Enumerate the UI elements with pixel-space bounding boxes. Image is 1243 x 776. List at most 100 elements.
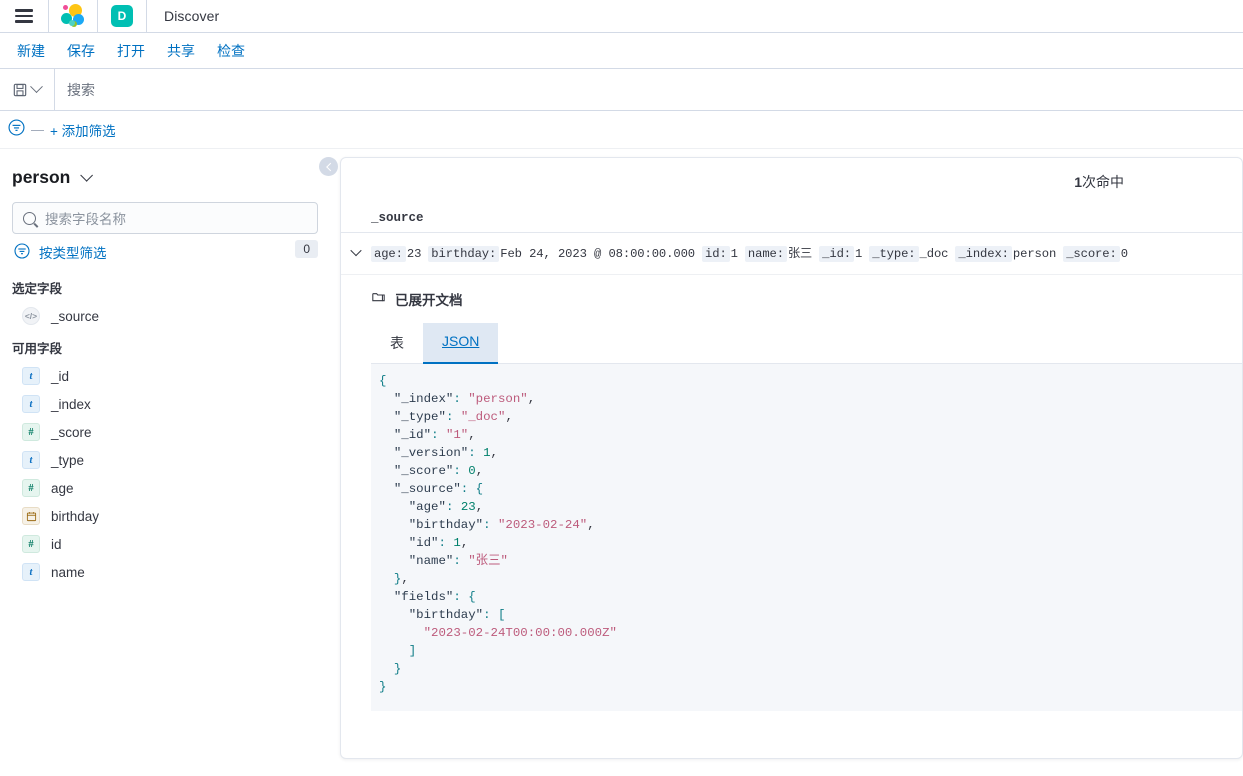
hits-count-label: 1次命中 [341, 158, 1242, 192]
source-field-icon: </> [22, 307, 40, 325]
number-type-icon: # [22, 535, 40, 553]
field-label: age [51, 480, 74, 496]
calendar-date-type-icon [22, 507, 40, 525]
top-chrome-bar: D Discover [0, 0, 1243, 33]
doc-field-key: name: [744, 246, 787, 262]
menu-item-open[interactable]: 打开 [106, 37, 156, 65]
doc-field-value: 1 [730, 247, 738, 261]
menu-item-new[interactable]: 新建 [6, 37, 56, 65]
json-document-viewer: { "_index": "person", "_type": "_doc", "… [371, 363, 1242, 711]
top-menu-bar: 新建 保存 打开 共享 检查 [0, 33, 1243, 69]
app-badge-letter: D [111, 5, 133, 27]
doc-table-header: _source [341, 192, 1242, 233]
collapse-sidebar-button[interactable] [319, 157, 338, 176]
available-fields-heading: 可用字段 [12, 342, 63, 356]
document-view-tabs: 表 JSON [371, 322, 1242, 364]
query-bar: 搜索 [0, 69, 1243, 111]
doc-field-key: birthday: [428, 246, 500, 262]
doc-field-key: age: [371, 246, 406, 262]
field-label: birthday [51, 508, 100, 524]
elastic-home-link[interactable] [49, 0, 98, 32]
chevron-down-icon [30, 80, 43, 94]
saved-query-menu-button[interactable] [0, 69, 55, 110]
filter-by-type-count: 0 [295, 240, 318, 258]
index-pattern-selector[interactable]: person [12, 167, 318, 188]
field-item-birthday[interactable]: birthday [12, 502, 318, 530]
field-item-_score[interactable]: # _score [12, 418, 318, 446]
field-item-_id[interactable]: t _id [12, 362, 318, 390]
column-header-source: _source [371, 211, 424, 225]
string-type-icon: t [22, 563, 40, 581]
filter-bar: — + 添加筛选 [0, 111, 1243, 149]
field-label: _score [51, 424, 92, 440]
hits-count-text: 次命中 [1082, 174, 1124, 190]
field-sidebar: person 搜索字段名称 按类型筛选 0 选定字段 </> _source 可… [0, 149, 338, 771]
hamburger-menu-icon [15, 9, 33, 23]
filter-by-type-label: 按类型筛选 [39, 246, 107, 261]
chevron-down-icon [350, 244, 362, 257]
elastic-logo-icon [61, 4, 85, 28]
menu-item-save[interactable]: 保存 [56, 37, 106, 65]
doc-field-key: id: [702, 246, 730, 262]
doc-field-key: _id: [819, 246, 855, 262]
hamburger-menu-button[interactable] [0, 0, 49, 32]
field-label: _id [51, 368, 70, 384]
hits-count-number: 1 [1074, 174, 1082, 190]
discover-body: person 搜索字段名称 按类型筛选 0 选定字段 </> _source 可… [0, 149, 1243, 771]
add-filter-button[interactable]: + 添加筛选 [50, 120, 116, 140]
doc-field-value: 23 [406, 247, 422, 261]
field-item-age[interactable]: # age [12, 474, 318, 502]
expanded-document-section: 已展开文档 表 JSON { "_index": "person", "_typ… [341, 275, 1242, 711]
documents-panel: 1次命中 _source age: 23 birthday: Feb 24, 2023… [340, 157, 1243, 759]
table-row[interactable]: age: 23 birthday: Feb 24, 2023 @ 08:00:00.0… [341, 233, 1242, 275]
field-item-name[interactable]: t name [12, 558, 318, 586]
string-type-icon: t [22, 451, 40, 469]
field-item-id[interactable]: # id [12, 530, 318, 558]
chevron-down-icon [80, 169, 94, 182]
field-label: name [51, 564, 85, 580]
tab-json[interactable]: JSON [423, 322, 499, 364]
field-label: id [51, 536, 62, 552]
field-search-input[interactable]: 搜索字段名称 [12, 202, 318, 234]
tab-table[interactable]: 表 [371, 323, 423, 364]
expand-document-button[interactable] [341, 244, 371, 257]
doc-summary: age: 23 birthday: Feb 24, 2023 @ 08:00:00.0… [371, 245, 1135, 264]
doc-field-value: 0 [1120, 247, 1128, 261]
folder-icon [371, 290, 386, 307]
selected-fields-heading: 选定字段 [12, 282, 63, 296]
menu-item-inspect[interactable]: 检查 [206, 37, 256, 65]
string-type-icon: t [22, 395, 40, 413]
number-type-icon: # [22, 423, 40, 441]
index-pattern-name: person [12, 167, 71, 187]
discover-app: D Discover 新建 保存 打开 共享 检查 搜索 — + 添加筛选 pe… [0, 0, 1243, 776]
expanded-document-label: 已展开文档 [395, 292, 463, 308]
doc-field-value: 1 [855, 247, 863, 261]
filter-by-type-button[interactable]: 按类型筛选 0 [12, 234, 318, 270]
number-type-icon: # [22, 479, 40, 497]
doc-field-key: _type: [869, 246, 919, 262]
doc-field-value: 张三 [787, 247, 813, 261]
filter-separator: — [31, 122, 44, 137]
field-label: _source [51, 308, 100, 324]
field-item-_type[interactable]: t _type [12, 446, 318, 474]
app-badge[interactable]: D [98, 0, 147, 32]
field-item-_index[interactable]: t _index [12, 390, 318, 418]
filter-funnel-icon [14, 242, 30, 262]
search-input[interactable]: 搜索 [55, 69, 1243, 110]
expanded-document-title: 已展开文档 [371, 289, 1242, 309]
doc-field-value: person [1012, 247, 1057, 261]
doc-field-value: Feb 24, 2023 @ 08:00:00.000 [500, 247, 696, 261]
save-floppy-icon [13, 83, 27, 97]
chevron-left-icon [325, 162, 335, 171]
string-type-icon: t [22, 367, 40, 385]
menu-item-share[interactable]: 共享 [156, 37, 206, 65]
doc-field-value: _doc [919, 247, 949, 261]
field-label: _type [51, 452, 85, 468]
doc-field-key: _score: [1063, 246, 1120, 262]
field-item-source[interactable]: </> _source [12, 302, 318, 330]
filter-funnel-icon[interactable] [8, 118, 25, 141]
search-icon [23, 211, 36, 225]
doc-field-key: _index: [955, 246, 1012, 262]
field-search-placeholder: 搜索字段名称 [45, 212, 126, 227]
field-label: _index [51, 396, 91, 412]
